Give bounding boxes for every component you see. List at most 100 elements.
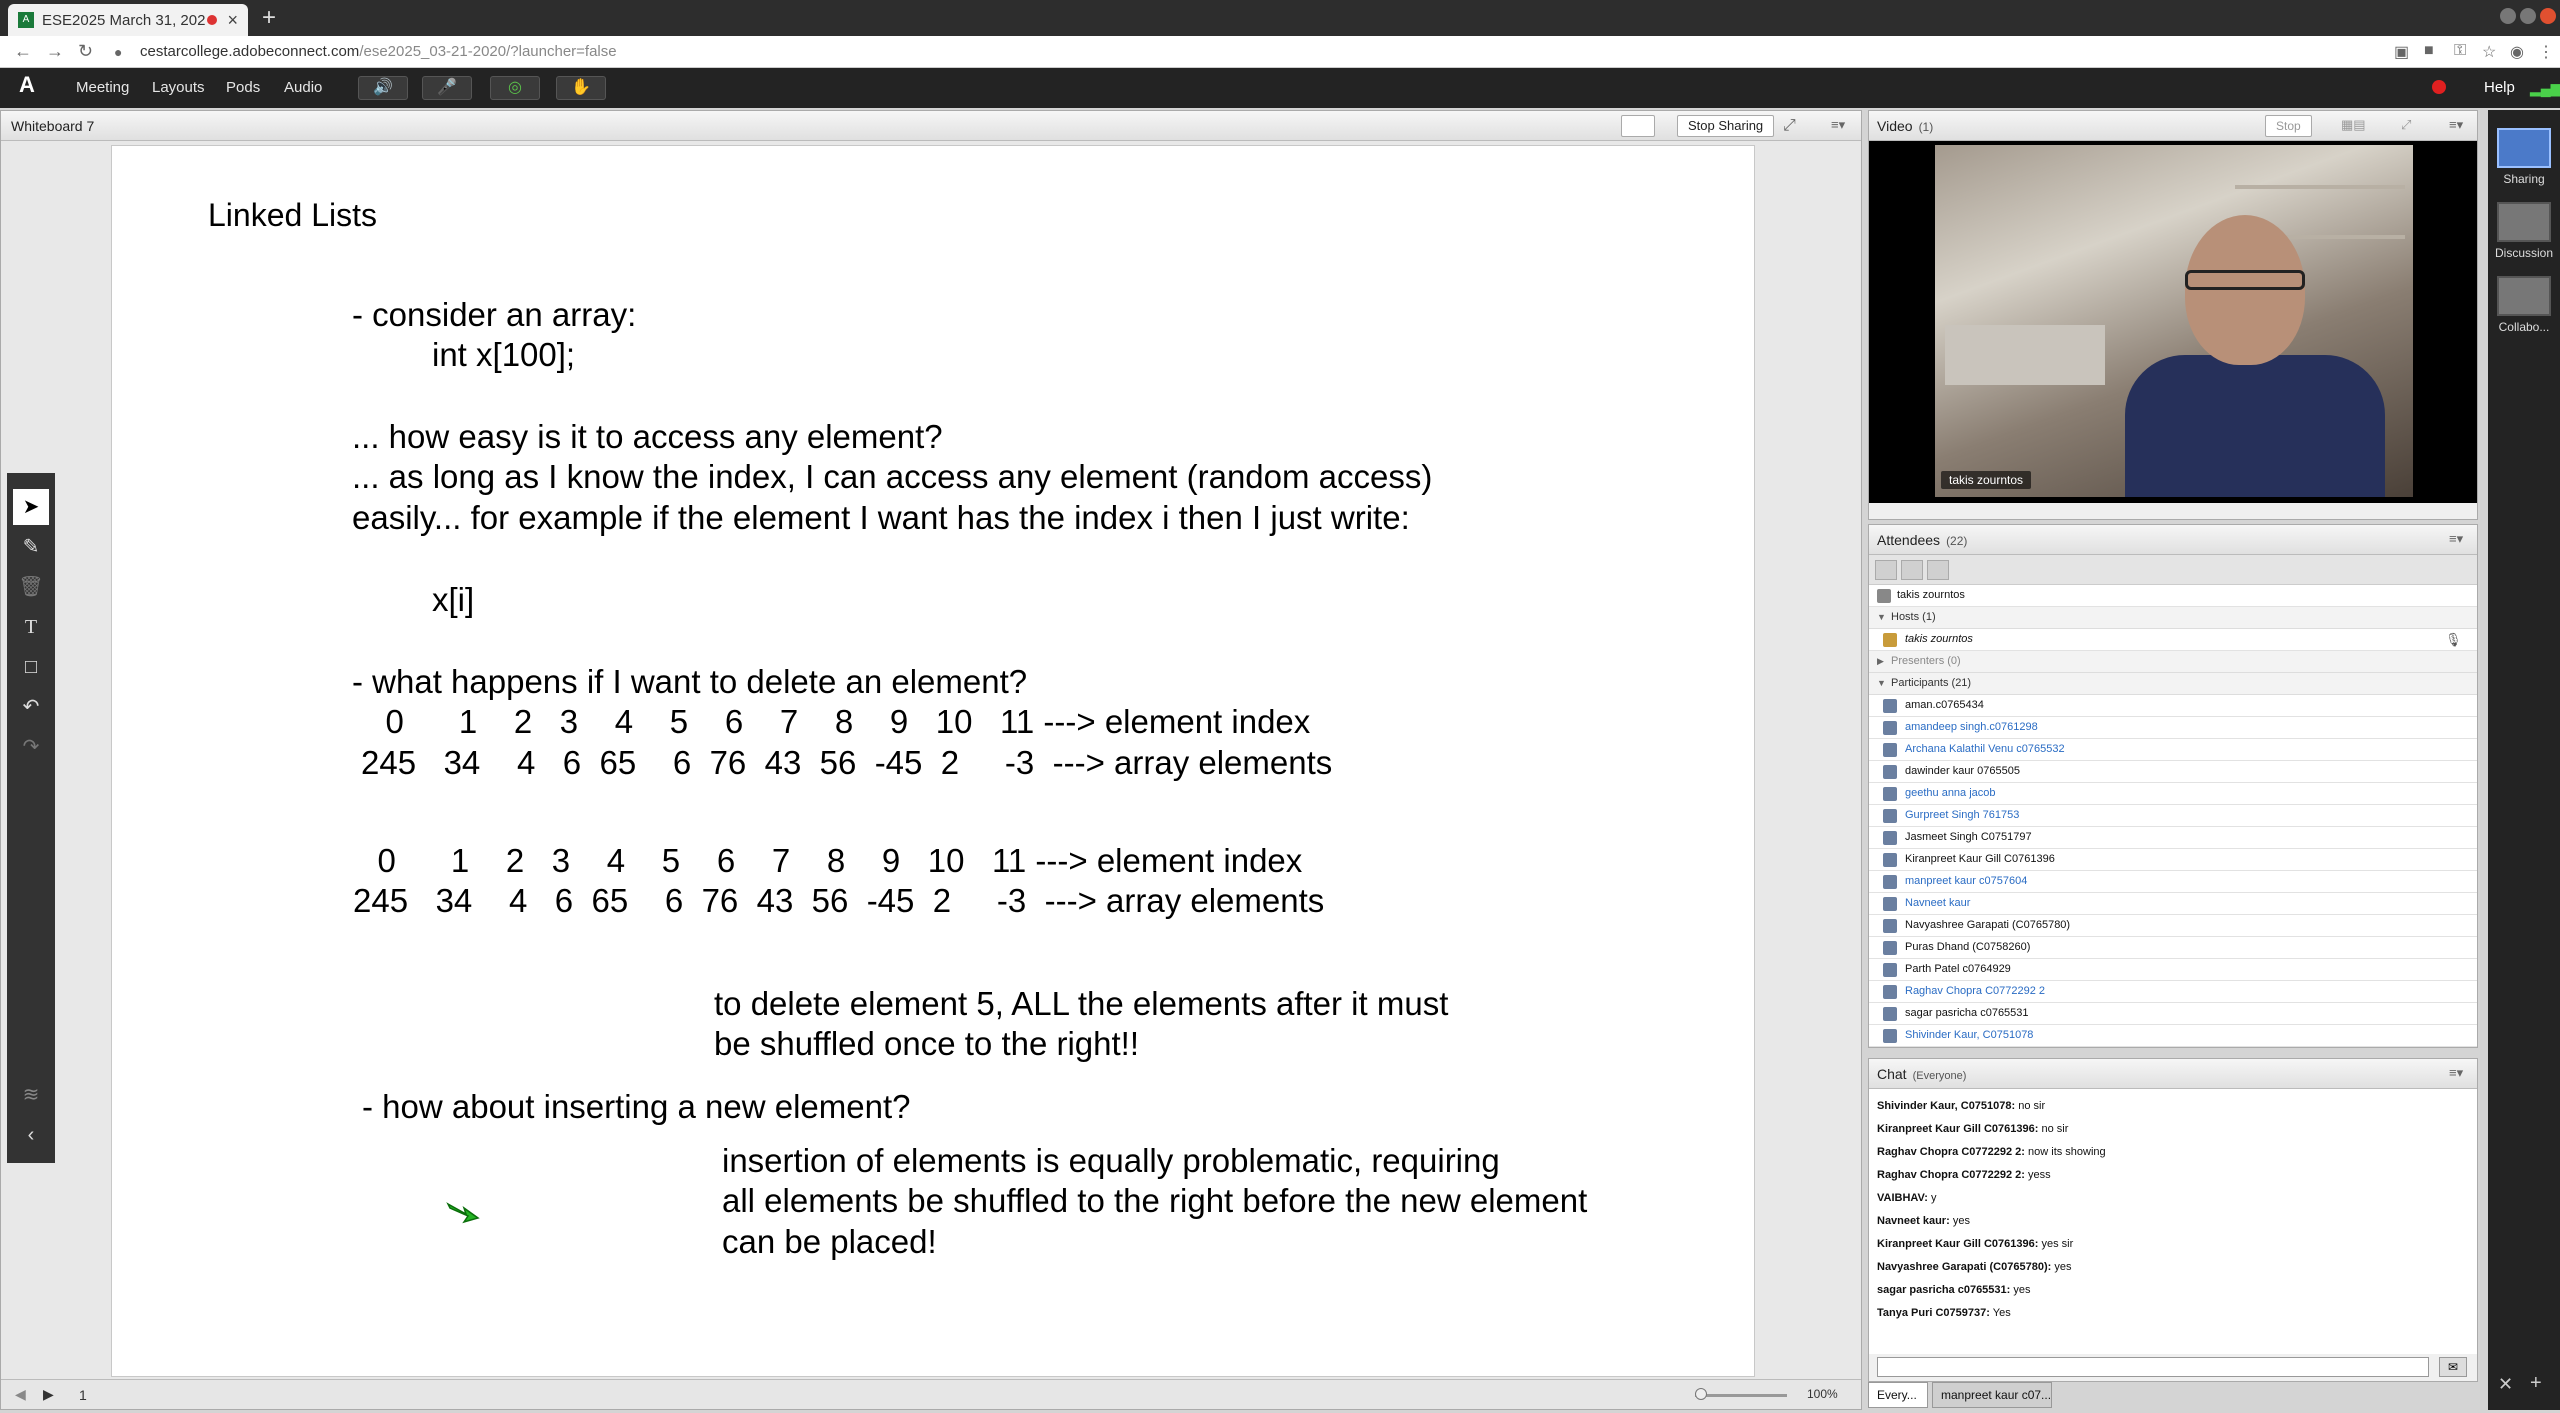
chat-input[interactable] (1877, 1357, 2429, 1377)
menu-layouts[interactable]: Layouts (152, 79, 205, 96)
text-tool-icon[interactable]: T (13, 609, 49, 645)
video-options-icon[interactable]: ≡▾ (2449, 117, 2463, 133)
participant-row[interactable]: Jasmeet Singh C0751797 (1869, 827, 2477, 849)
participant-row[interactable]: Kiranpreet Kaur Gill C0761396 (1869, 849, 2477, 871)
participant-row[interactable]: manpreet kaur c0757604 (1869, 871, 2477, 893)
collapse-toolbar-icon[interactable]: ‹ (13, 1117, 49, 1153)
pod-options-icon[interactable]: ≡▾ (1831, 117, 1845, 133)
phone-icon (1877, 589, 1891, 603)
fullscreen-icon[interactable]: ⤢ (1783, 117, 1796, 135)
video-fullscreen-icon[interactable]: ⤢ (2401, 117, 2411, 133)
camera-icon[interactable]: ■ (2424, 42, 2434, 60)
selection-tool-icon[interactable]: ➤ (13, 489, 49, 525)
send-message-icon[interactable]: ✉ (2439, 1357, 2467, 1377)
previous-page-icon[interactable]: ◀ (15, 1386, 26, 1403)
key-icon[interactable]: ⚿ (2454, 42, 2466, 60)
microphone-icon[interactable]: 🎤 (422, 76, 472, 100)
add-layout-icon[interactable]: + (2530, 1372, 2542, 1395)
status-view-icon[interactable] (1927, 560, 1949, 580)
presenters-section[interactable]: ▶ Presenters (0) (1869, 651, 2477, 673)
participant-row[interactable]: Gurpreet Singh 761753 (1869, 805, 2477, 827)
chat-sender: VAIBHAV: (1877, 1192, 1928, 1204)
zoom-slider-track[interactable] (1695, 1394, 1787, 1397)
layout-discussion[interactable]: Discussion (2492, 202, 2556, 260)
participant-row[interactable]: amandeep singh.c0761298 (1869, 717, 2477, 739)
participant-row[interactable]: Puras Dhand (C0758260) (1869, 937, 2477, 959)
attendees-options-icon[interactable]: ≡▾ (2449, 531, 2463, 547)
zoom-slider-handle[interactable] (1695, 1388, 1707, 1400)
layers-icon[interactable]: ≋ (13, 1077, 49, 1113)
raise-hand-icon[interactable]: ✋ (556, 76, 606, 100)
participant-name: Raghav Chopra C0772292 2 (1905, 985, 2046, 997)
whiteboard-canvas[interactable]: Linked Lists - consider an array: int x[… (111, 145, 1755, 1377)
maximize-window-button[interactable] (2520, 8, 2536, 24)
draw-toggle-icon[interactable] (1621, 115, 1655, 137)
participant-row[interactable]: dawinder kaur 0765505 (1869, 761, 2477, 783)
video-layout-icon[interactable]: ▦▤ (2341, 117, 2366, 133)
help-menu[interactable]: Help (2484, 79, 2515, 96)
close-tab-icon[interactable]: × (227, 10, 238, 31)
browser-tab[interactable]: A ESE2025 March 31, 202 × (8, 4, 248, 36)
zoom-level[interactable]: 100% (1807, 1387, 1838, 1401)
participant-row[interactable]: Navneet kaur (1869, 893, 2477, 915)
chat-options-icon[interactable]: ≡▾ (2449, 1065, 2463, 1081)
connection-signal-icon: ▂▄▆ (2530, 80, 2560, 96)
undo-icon[interactable]: ↶ (13, 689, 49, 725)
participant-icon (1883, 875, 1897, 889)
close-window-button[interactable] (2540, 8, 2556, 24)
participant-row[interactable]: Navyashree Garapati (C0765780) (1869, 915, 2477, 937)
next-page-icon[interactable]: ▶ (43, 1386, 54, 1403)
chat-tab-everyone[interactable]: Every... (1868, 1382, 1928, 1408)
forward-icon[interactable]: → (46, 41, 64, 62)
new-tab-button[interactable]: + (262, 4, 276, 32)
blocked-popup-icon[interactable]: ▣ (2394, 42, 2409, 62)
host-icon (1883, 633, 1897, 647)
redo-icon[interactable]: ↷ (13, 729, 49, 765)
whiteboard-toolbar: ➤ ✎ 🗑 T □ ↶ ↷ ≋ ‹ (7, 473, 55, 1163)
stop-video-button[interactable]: Stop (2265, 115, 2312, 137)
participant-row[interactable]: sagar pasricha c0765531 (1869, 1003, 2477, 1025)
list-view-icon[interactable] (1875, 560, 1897, 580)
recording-icon[interactable] (2432, 80, 2446, 94)
wrench-icon[interactable]: ✕ (2498, 1374, 2513, 1395)
site-info-icon[interactable]: ● (114, 44, 122, 60)
pencil-tool-icon[interactable]: ✎ (13, 529, 49, 565)
wb-line: be shuffled once to the right!! (714, 1025, 1140, 1062)
participants-section[interactable]: ▼ Participants (21) (1869, 673, 2477, 695)
participant-row[interactable]: Raghav Chopra C0772292 2 (1869, 981, 2477, 1003)
shape-tool-icon[interactable]: □ (13, 649, 49, 685)
grid-view-icon[interactable] (1901, 560, 1923, 580)
participant-row[interactable]: Shivinder Kaur, C0751078 (1869, 1025, 2477, 1047)
webcam-icon[interactable]: ◎ (490, 76, 540, 100)
layout-label: Discussion (2494, 246, 2554, 260)
chat-header: Chat (Everyone) ≡▾ (1869, 1059, 2477, 1089)
participant-row[interactable]: Archana Kalathil Venu c0765532 (1869, 739, 2477, 761)
delete-tool-icon[interactable]: 🗑 (13, 569, 49, 605)
minimize-window-button[interactable] (2500, 8, 2516, 24)
chat-tab-private[interactable]: manpreet kaur c07... (1932, 1382, 2052, 1408)
reload-icon[interactable]: ↻ (78, 41, 93, 62)
participant-row[interactable]: aman.c0765434 (1869, 695, 2477, 717)
stop-sharing-button[interactable]: Stop Sharing (1677, 115, 1775, 137)
menu-audio[interactable]: Audio (284, 79, 322, 96)
webcam-video[interactable]: takis zourntos (1935, 145, 2413, 497)
menu-pods[interactable]: Pods (226, 79, 260, 96)
participant-row[interactable]: geethu anna jacob (1869, 783, 2477, 805)
chat-text: yes (2054, 1261, 2072, 1273)
speaker-icon[interactable]: 🔊 (358, 76, 408, 100)
back-icon[interactable]: ← (14, 41, 32, 62)
url-path: /ese2025_03-21-2020/?launcher=false (359, 43, 617, 60)
chat-text: yes (1952, 1215, 1970, 1227)
layout-collaboration[interactable]: Collabo... (2492, 276, 2556, 334)
url-field[interactable]: cestarcollege.adobeconnect.com/ese2025_0… (140, 43, 617, 60)
participant-name: amandeep singh.c0761298 (1905, 721, 2038, 733)
bookmark-star-icon[interactable]: ☆ (2482, 42, 2496, 62)
host-row[interactable]: takis zourntos 🎙 (1869, 629, 2477, 651)
participant-icon (1883, 809, 1897, 823)
participant-row[interactable]: Parth Patel c0764929 (1869, 959, 2477, 981)
menu-meeting[interactable]: Meeting (76, 79, 129, 96)
layout-sharing[interactable]: Sharing (2492, 128, 2556, 186)
profile-avatar-icon[interactable]: ◉ (2510, 42, 2524, 62)
browser-menu-icon[interactable]: ⋮ (2538, 42, 2554, 62)
hosts-section[interactable]: ▼ Hosts (1) (1869, 607, 2477, 629)
